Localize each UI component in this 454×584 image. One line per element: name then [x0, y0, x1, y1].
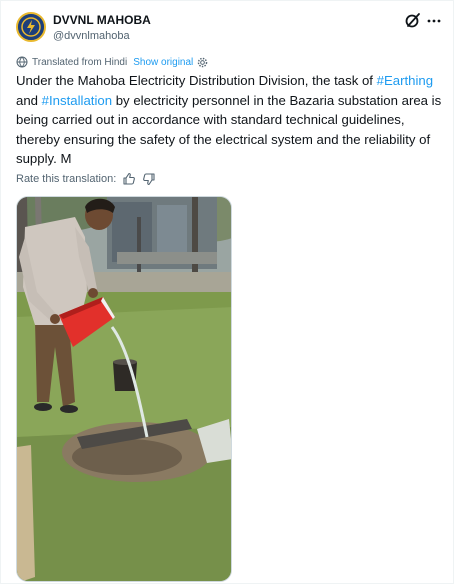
hashtag-installation[interactable]: #Installation — [42, 93, 112, 108]
thumbs-up-icon — [123, 172, 136, 185]
gear-icon[interactable] — [197, 57, 208, 68]
hashtag-earthing[interactable]: #Earthing — [377, 73, 433, 88]
tweet-text-part: Under the Mahoba Electricity Distributio… — [16, 73, 377, 88]
show-original-link[interactable]: Show original — [133, 57, 193, 68]
translated-label: Translated from Hindi — [32, 56, 128, 68]
avatar[interactable] — [16, 12, 46, 42]
tweet-card: DVVNL MAHOBA @dvvnlmahoba Translated fro… — [0, 0, 454, 584]
thumbs-up-button[interactable] — [122, 172, 136, 186]
thumbs-down-icon — [143, 173, 155, 186]
rate-translation: Rate this translation: — [16, 171, 156, 187]
translation-bar: Translated from Hindi Show original — [16, 55, 208, 69]
author-name[interactable]: DVVNL MAHOBA — [53, 13, 151, 27]
more-options-icon[interactable] — [426, 11, 442, 29]
thumbs-down-button[interactable] — [142, 172, 156, 186]
dvvnl-logo-icon — [18, 14, 44, 40]
tweet-text-part: and — [16, 92, 42, 108]
grok-icon[interactable] — [404, 11, 422, 29]
rate-label: Rate this translation: — [16, 173, 117, 185]
tweet-photo[interactable] — [16, 196, 232, 582]
tweet-text: Under the Mahoba Electricity Distributio… — [16, 71, 444, 169]
earthing-work-photo — [17, 197, 231, 581]
globe-icon — [16, 56, 28, 68]
author-handle[interactable]: @dvvnlmahoba — [53, 30, 130, 42]
